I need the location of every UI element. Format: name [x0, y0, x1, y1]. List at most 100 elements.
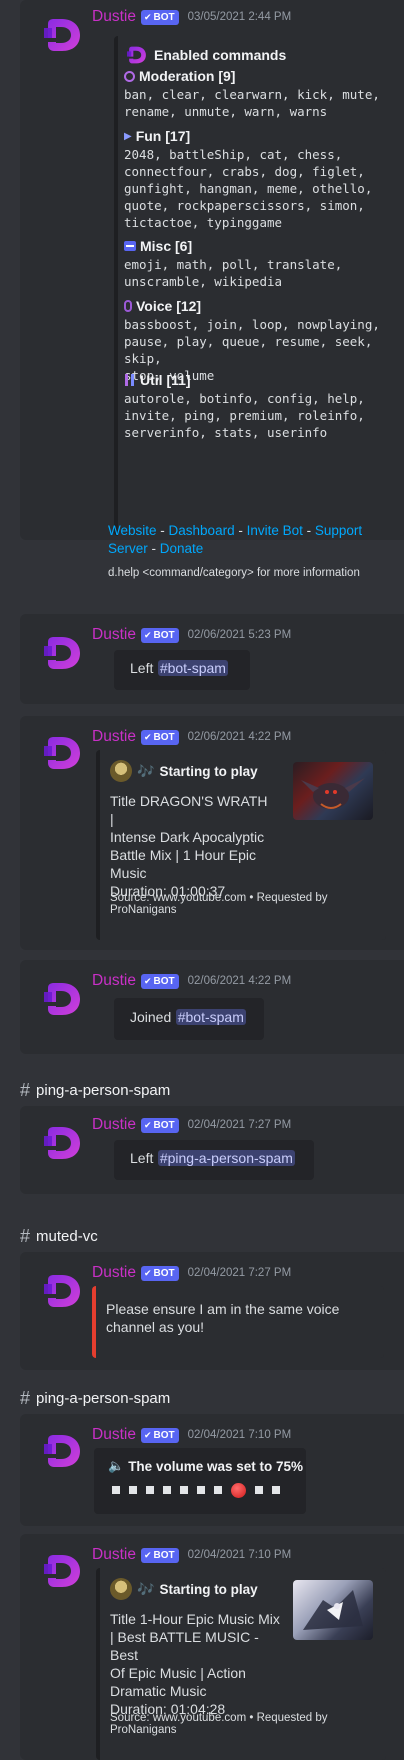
error-line: channel as you!: [106, 1319, 205, 1335]
channel-name: muted-vc: [36, 1228, 98, 1245]
website-link[interactable]: Website: [108, 523, 157, 538]
dustie-logo-icon: [126, 44, 148, 66]
support-server-link-cont[interactable]: Server: [108, 541, 148, 556]
command-line: bassboost, join, loop, nowplaying,: [124, 317, 380, 332]
bot-badge: ✔ BOT: [140, 1427, 179, 1443]
description-line: Title 1-Hour Epic Music Mix: [110, 1611, 280, 1627]
message-header: Dustie ✔ BOT 02/06/2021 4:22 PM: [92, 728, 291, 746]
bot-tag: BOT: [153, 1119, 175, 1131]
embed-footer: Source: www.youtube.com • Requested by P…: [110, 1712, 328, 1736]
video-thumbnail[interactable]: [293, 1580, 373, 1640]
volume-segment: [255, 1486, 263, 1494]
misc-icon: [124, 241, 136, 251]
username[interactable]: Dustie: [92, 1546, 136, 1564]
volume-segment: [272, 1486, 280, 1494]
channel-name: ping-a-person-spam: [36, 1390, 171, 1407]
now-playing-embed: 🎶 Starting to play Title 1-Hour Epic Mus…: [96, 1568, 386, 1760]
command-line: connectfour, crabs, dog, figlet,: [124, 164, 365, 179]
embed-links-row: Website - Dashboard - Invite Bot - Suppo…: [108, 522, 398, 540]
embed-author: Enabled commands: [126, 44, 286, 66]
description-line: Music: [110, 865, 147, 881]
message-voice-error: Dustie ✔ BOT 02/04/2021 7:27 PM Please en…: [20, 1252, 404, 1370]
support-server-link[interactable]: Support: [315, 523, 362, 538]
dustie-avatar[interactable]: [42, 732, 84, 774]
system-embed: Joined #bot-spam: [114, 998, 264, 1040]
description-line: Dramatic Music: [110, 1683, 207, 1699]
username[interactable]: Dustie: [92, 626, 136, 644]
bot-badge: ✔ BOT: [140, 973, 179, 989]
username[interactable]: Dustie: [92, 972, 136, 990]
username[interactable]: Dustie: [92, 8, 136, 26]
message-header: Dustie ✔ BOT 02/06/2021 5:23 PM: [92, 626, 291, 644]
dragon-image: [301, 778, 365, 809]
timestamp: 02/04/2021 7:10 PM: [187, 1429, 292, 1441]
warrior-image: [303, 1590, 363, 1630]
embed-author-text: Starting to play: [159, 763, 258, 779]
channel-mention[interactable]: #bot-spam: [157, 660, 228, 676]
dustie-avatar[interactable]: [42, 1550, 84, 1592]
volume-segment: [146, 1486, 154, 1494]
requester-avatar: [110, 1578, 132, 1600]
username[interactable]: Dustie: [92, 728, 136, 746]
embed-description: Title 1-Hour Epic Music Mix | Best BATTL…: [110, 1610, 282, 1718]
volume-bar: [112, 1482, 280, 1498]
section-title: Misc [6]: [124, 238, 394, 254]
channel-header[interactable]: # ping-a-person-spam: [20, 1388, 170, 1409]
message-now-playing-2: Dustie ✔ BOT 02/04/2021 7:10 PM 🎶 Startin…: [20, 1534, 404, 1760]
username[interactable]: Dustie: [92, 1426, 136, 1444]
description-line: Of Epic Music | Action: [110, 1665, 246, 1681]
volume-segment: [112, 1486, 120, 1494]
description-line: Title DRAGON'S WRATH |: [110, 793, 268, 827]
timestamp: 03/05/2021 2:44 PM: [187, 11, 292, 23]
section-title: Moderation [9]: [124, 68, 394, 84]
section-title-text: Voice [12]: [136, 298, 202, 314]
bot-tag: BOT: [153, 1267, 175, 1279]
section-title: Util [11]: [124, 372, 394, 388]
volume-embed: 🔈 The volume was set to 75%: [94, 1448, 306, 1514]
command-line: gunfight, hangman, meme, othello,: [124, 181, 373, 196]
hash-icon: #: [20, 1388, 31, 1408]
embed-footer: Source: www.youtube.com • Requested by P…: [110, 892, 328, 916]
error-line: Please ensure I am in the same voice: [106, 1301, 340, 1317]
bot-tag: BOT: [153, 11, 175, 23]
channel-mention[interactable]: #bot-spam: [175, 1009, 246, 1025]
bot-badge: ✔ BOT: [140, 1547, 179, 1563]
channel-mention[interactable]: #ping-a-person-spam: [157, 1150, 295, 1166]
message-enabled-commands: Dustie ✔ BOT 03/05/2021 2:44 PM Enabled c…: [20, 0, 404, 540]
bot-badge: ✔ BOT: [140, 729, 179, 745]
donate-link[interactable]: Donate: [160, 541, 204, 556]
embed-footer: d.help <command/category> for more infor…: [108, 567, 360, 579]
username[interactable]: Dustie: [92, 1116, 136, 1134]
system-embed: Left #bot-spam: [114, 650, 250, 690]
dustie-avatar[interactable]: [42, 1430, 84, 1472]
description-line: | Best BATTLE MUSIC - Best: [110, 1629, 259, 1663]
volume-segment: [129, 1486, 137, 1494]
check-icon: ✔: [143, 731, 152, 742]
timestamp: 02/04/2021 7:10 PM: [187, 1549, 292, 1561]
section-title-text: Moderation [9]: [139, 68, 236, 84]
channel-header[interactable]: # muted-vc: [20, 1226, 98, 1247]
commands-embed: Enabled commands Moderation [9] ban, cle…: [114, 36, 404, 536]
dustie-avatar[interactable]: [42, 978, 84, 1020]
fun-icon: ▶: [124, 130, 132, 142]
message-header: Dustie ✔ BOT 02/04/2021 7:10 PM: [92, 1426, 291, 1444]
link-separator: -: [147, 541, 160, 556]
section-title-text: Util [11]: [140, 372, 191, 388]
dustie-avatar[interactable]: [42, 1270, 84, 1312]
embed-links-row-2: Server - Donate: [108, 540, 203, 558]
invite-bot-link[interactable]: Invite Bot: [247, 523, 303, 538]
channel-header[interactable]: # ping-a-person-spam: [20, 1080, 170, 1101]
username[interactable]: Dustie: [92, 1264, 136, 1282]
dustie-avatar[interactable]: [42, 1122, 84, 1164]
message-volume: Dustie ✔ BOT 02/04/2021 7:10 PM 🔈 The vol…: [20, 1414, 404, 1526]
timestamp: 02/06/2021 5:23 PM: [187, 629, 292, 641]
embed-title: Enabled commands: [154, 47, 287, 63]
dustie-avatar[interactable]: [42, 632, 84, 674]
command-line: emoji, math, poll, translate,: [124, 257, 343, 272]
requester-avatar: [110, 760, 132, 782]
video-thumbnail[interactable]: [293, 762, 373, 820]
dustie-avatar[interactable]: [42, 14, 84, 56]
dashboard-link[interactable]: Dashboard: [169, 523, 235, 538]
check-icon: ✔: [143, 1267, 152, 1278]
embed-author: 🎶 Starting to play: [110, 1578, 258, 1600]
